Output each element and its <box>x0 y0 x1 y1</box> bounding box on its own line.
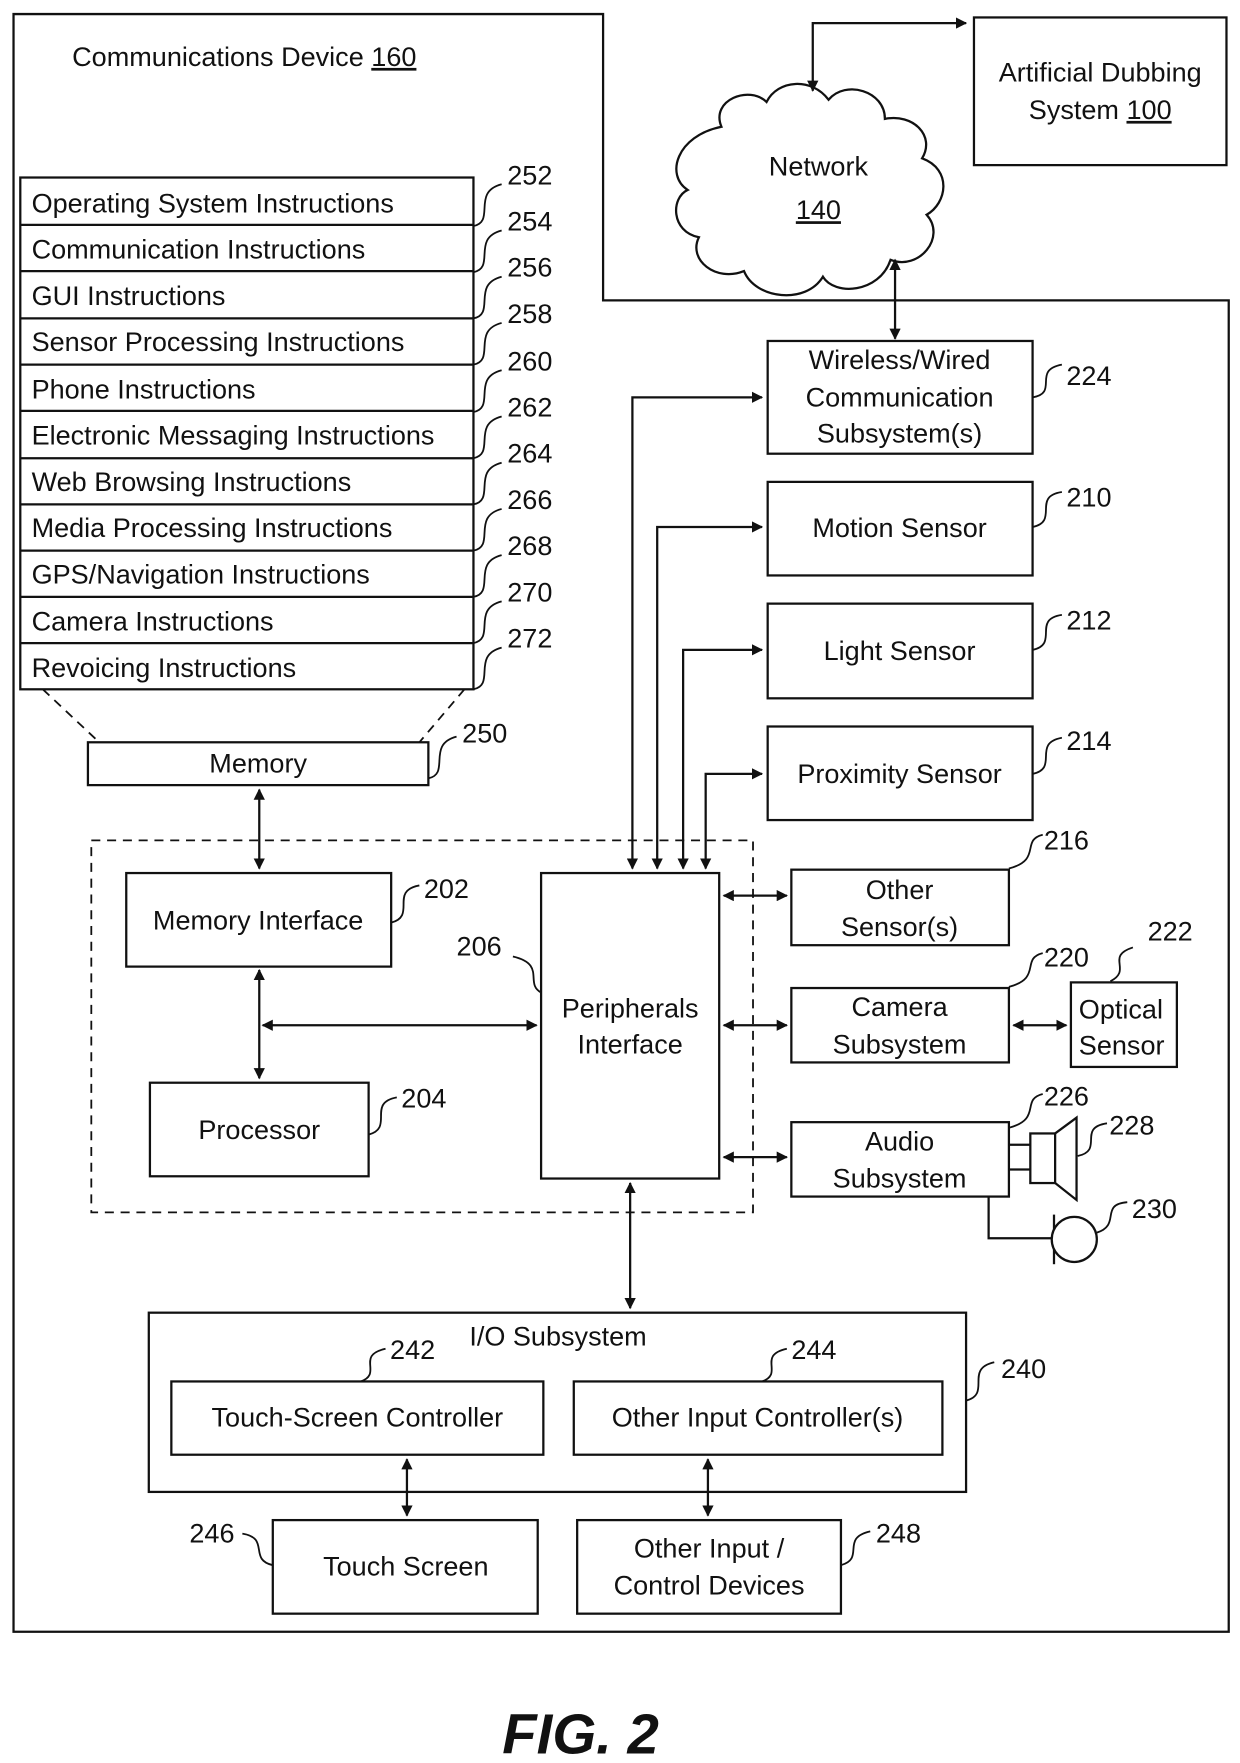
wireless-label-line3: Subsystem(s) <box>817 418 982 448</box>
ref-number: 252 <box>507 160 552 190</box>
network-ref: 140 <box>796 195 841 225</box>
ref-number: 226 <box>1044 1081 1089 1111</box>
instruction-item: Web Browsing Instructions <box>32 467 352 497</box>
light-sensor-label: Light Sensor <box>824 636 976 666</box>
network-dubbing-connector <box>807 17 968 92</box>
ref-number: 224 <box>1066 361 1111 391</box>
expansion-line-left <box>42 688 100 743</box>
ref-number: 254 <box>507 207 552 237</box>
ref-number: 214 <box>1066 726 1111 756</box>
ref-number: 256 <box>507 253 552 283</box>
memory-interface-label: Memory Interface <box>153 905 363 935</box>
ref-number: 210 <box>1066 483 1111 513</box>
microphone-icon <box>987 1196 1098 1265</box>
audio-label-line1: Audio <box>865 1126 934 1156</box>
other-input-devices-label-line1: Other Input / <box>634 1533 785 1563</box>
figure-caption: FIG. 2 <box>502 1702 659 1763</box>
ref-number: 250 <box>462 718 507 748</box>
wireless-connector <box>626 391 764 870</box>
camera-label-line2: Subsystem <box>833 1029 967 1059</box>
ref-number: 242 <box>390 1335 435 1365</box>
ref-number: 264 <box>507 439 552 469</box>
touch-screen-label: Touch Screen <box>323 1551 488 1581</box>
wireless-label-line1: Wireless/Wired <box>809 345 991 375</box>
ref-number: 260 <box>507 346 552 376</box>
camera-label-line1: Camera <box>851 992 948 1022</box>
ref-number: 272 <box>507 624 552 654</box>
memory-label: Memory <box>209 749 307 779</box>
io-subsystem-label: I/O Subsystem <box>469 1321 646 1351</box>
ref-number: 268 <box>507 531 552 561</box>
proximity-sensor-label: Proximity Sensor <box>797 759 1001 789</box>
touch-screen-controller-label: Touch-Screen Controller <box>212 1403 504 1433</box>
artificial-dubbing-system-box <box>972 16 1228 167</box>
instruction-item: Electronic Messaging Instructions <box>32 421 435 451</box>
ref-number: 244 <box>791 1335 836 1365</box>
ref-number: 220 <box>1044 943 1089 973</box>
peripherals-label-line2: Interface <box>578 1029 683 1059</box>
instruction-item: GPS/Navigation Instructions <box>32 559 370 589</box>
network-label: Network <box>769 151 869 181</box>
speaker-icon <box>1008 1115 1078 1203</box>
ref-number: 240 <box>1001 1354 1046 1384</box>
instruction-item: Media Processing Instructions <box>32 513 393 543</box>
peripherals-interface-box <box>539 871 721 1180</box>
ref-number: 228 <box>1109 1111 1154 1141</box>
light-sensor-connector <box>677 644 764 870</box>
ref-number: 216 <box>1044 825 1089 855</box>
proximity-sensor-connector <box>700 768 764 870</box>
block-diagram: Communications Device 160 Artificial Dub… <box>12 12 1230 1763</box>
optical-sensor-label-line1: Optical <box>1079 994 1163 1024</box>
ref-number: 202 <box>424 874 469 904</box>
ref-number: 230 <box>1132 1194 1177 1224</box>
ref-number: 212 <box>1066 606 1111 636</box>
wireless-label-line2: Communication <box>806 382 994 412</box>
ref-number: 258 <box>507 299 552 329</box>
motion-sensor-label: Motion Sensor <box>812 513 986 543</box>
ref-number: 248 <box>876 1519 921 1549</box>
audio-label-line2: Subsystem <box>833 1164 967 1194</box>
instruction-item: Phone Instructions <box>32 374 256 404</box>
dubbing-label-line1: Artificial Dubbing <box>999 58 1202 88</box>
instruction-item: GUI Instructions <box>32 281 226 311</box>
ref-number: 246 <box>189 1519 234 1549</box>
ref-number: 266 <box>507 485 552 515</box>
other-sensors-label-line1: Other <box>866 875 934 905</box>
peripherals-label-line1: Peripherals <box>562 993 699 1023</box>
instruction-stack: Operating System Instructions Communicat… <box>19 160 552 691</box>
instruction-item: Sensor Processing Instructions <box>32 327 405 357</box>
ref-number: 206 <box>457 931 502 961</box>
expansion-line-right <box>418 688 466 743</box>
optical-sensor-label-line2: Sensor <box>1079 1031 1165 1061</box>
device-title: Communications Device 160 <box>72 42 416 72</box>
instruction-item: Communication Instructions <box>32 235 366 265</box>
dubbing-label-line2: System 100 <box>1029 95 1172 125</box>
instruction-item: Operating System Instructions <box>32 188 394 218</box>
motion-sensor-connector <box>651 521 764 870</box>
instruction-item: Camera Instructions <box>32 607 274 637</box>
network-cloud-icon <box>675 82 945 297</box>
other-input-devices-label-line2: Control Devices <box>614 1570 805 1600</box>
ref-number: 270 <box>507 577 552 607</box>
ref-number: 204 <box>401 1084 446 1114</box>
other-sensors-label-line2: Sensor(s) <box>841 912 958 942</box>
ref-number: 262 <box>507 392 552 422</box>
ref-number: 222 <box>1148 917 1193 947</box>
other-input-controller-label: Other Input Controller(s) <box>612 1403 904 1433</box>
instruction-item: Revoicing Instructions <box>32 653 297 683</box>
processor-label: Processor <box>198 1115 320 1145</box>
